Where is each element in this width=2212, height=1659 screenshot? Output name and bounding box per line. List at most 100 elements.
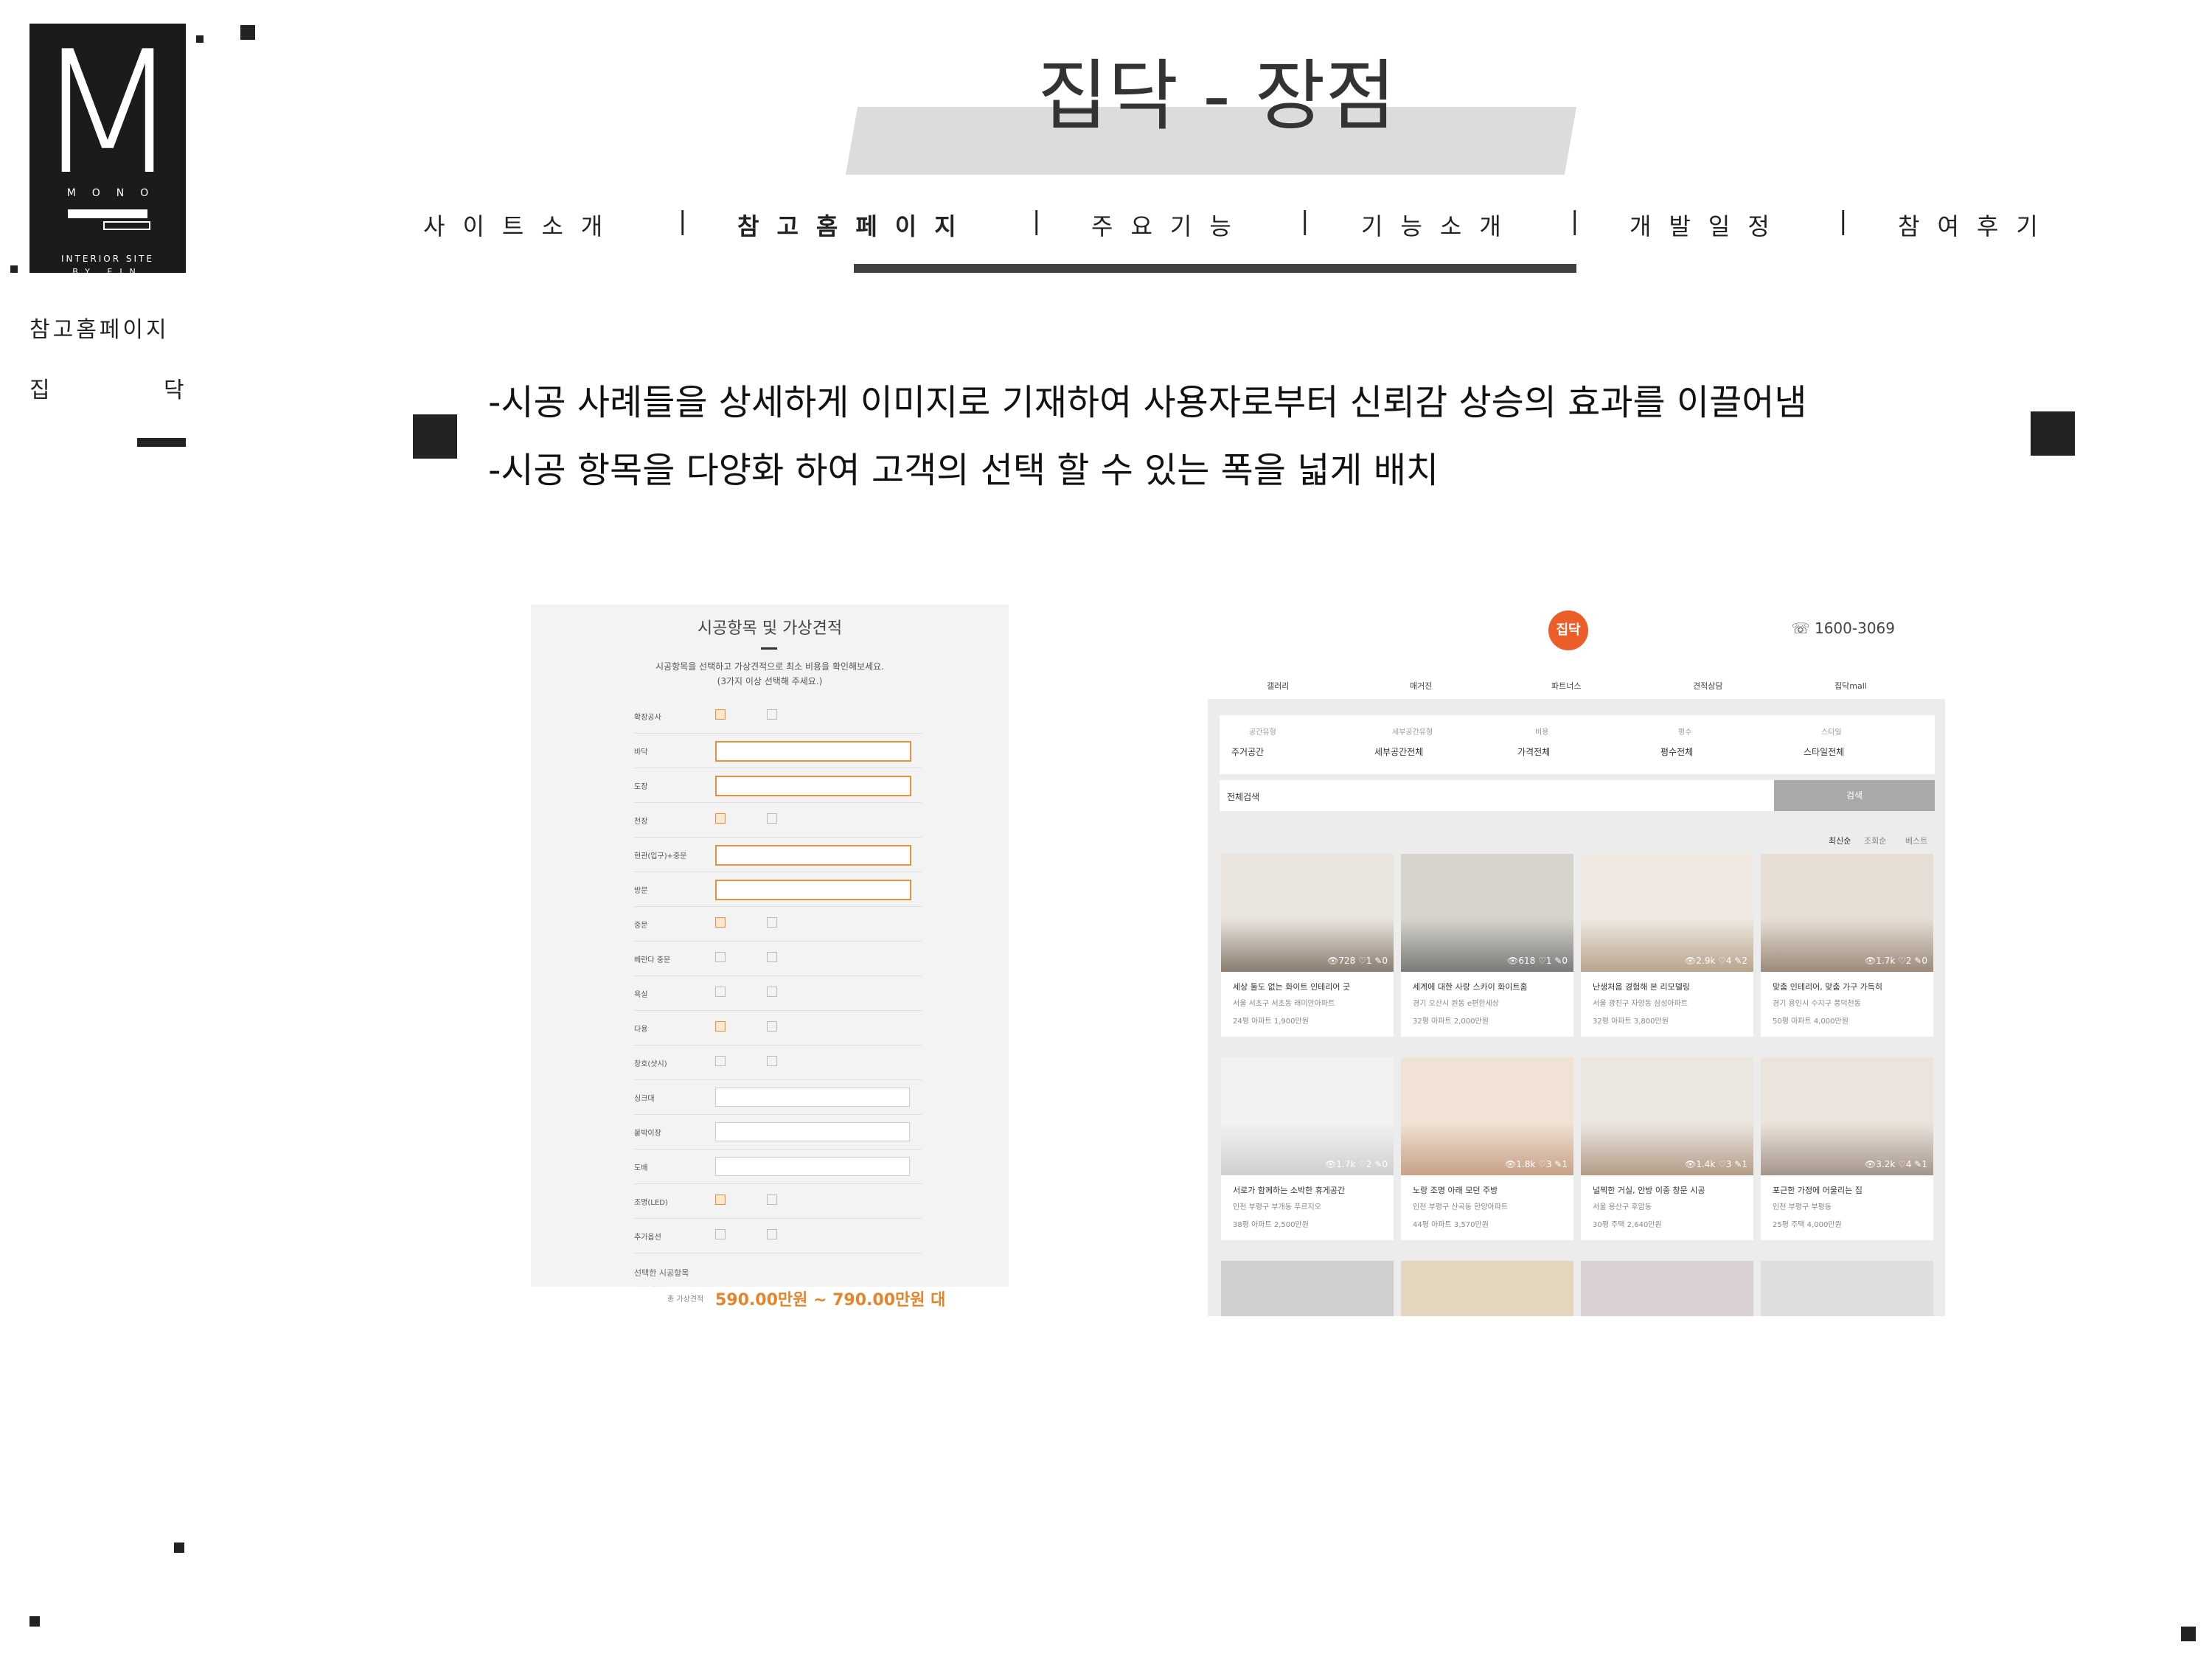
deco-square: [413, 414, 457, 459]
form-row: 도배: [634, 1152, 922, 1184]
filter-title: 비용: [1535, 728, 1549, 737]
form-row-label: 도장: [634, 783, 648, 791]
nav-item-site-intro[interactable]: 사이트소개: [423, 208, 620, 242]
form-row-label: 욕실: [634, 991, 648, 999]
gallery-menu-item: 갤러리: [1267, 681, 1290, 691]
card-photo: [1401, 1261, 1573, 1316]
sidebar-item-char: 닥: [164, 378, 187, 403]
nav-item-reference[interactable]: 참고홈페이지: [737, 208, 974, 242]
card-meta: 32평 아파트 2,000만원: [1413, 1018, 1489, 1026]
card-stats: 👁1.7k ♡2 ✎0: [1865, 956, 1927, 966]
form-checkbox: [767, 813, 777, 824]
filter-subspace: 세부공간유형 세부공간전체: [1374, 726, 1514, 758]
form-row-label: 조명(LED): [634, 1199, 668, 1207]
form-checkbox: [715, 709, 726, 720]
gallery-search: 전체검색 검색: [1220, 780, 1935, 811]
filter-value: 스타일전체: [1804, 747, 1845, 757]
gallery-card: 👁1.8k ♡3 ✎1 노랑 조명 아래 모던 주방 인천 부평구 산곡동 한양아파…: [1401, 1057, 1573, 1240]
form-row: 도장: [634, 771, 922, 803]
form-checkbox: [715, 952, 726, 962]
deco-square: [2031, 411, 2075, 456]
filter-value: 세부공간전체: [1374, 747, 1424, 757]
form-row: 추가옵션: [634, 1222, 922, 1253]
card-title: 포근한 가정에 어울리는 집: [1773, 1186, 1863, 1195]
card-subtitle: 서울 서초구 서초동 래미안아파트: [1233, 1000, 1335, 1008]
filter-title: 스타일: [1821, 728, 1842, 737]
form-checkbox: [767, 1229, 777, 1239]
logo-letter: M: [34, 15, 181, 212]
card-subtitle: 인천 부평구 산곡동 한양아파트: [1413, 1203, 1509, 1211]
deco-square: [174, 1543, 184, 1553]
form-select: [715, 1157, 910, 1176]
estimate-heading: 시공항목 및 가상견적: [697, 619, 843, 638]
form-row-label: 창호(샷시): [634, 1060, 667, 1068]
sidebar-section-label: 참고홈페이지: [29, 317, 170, 343]
card-title: 널찍한 거실, 안방 이중 창문 시공: [1593, 1186, 1705, 1195]
form-row-label: 바닥: [634, 748, 648, 757]
form-row-label: 붙박이장: [634, 1130, 661, 1138]
form-checkbox: [715, 917, 726, 928]
form-checkbox: [715, 813, 726, 824]
form-checkbox: [715, 1021, 726, 1032]
logo-bar: [103, 221, 150, 230]
nav-item-main-features[interactable]: 주요기능: [1091, 208, 1249, 242]
form-row: 중문: [634, 910, 922, 942]
gallery-filters: 공간유형 주거공간 세부공간유형 세부공간전체 비용 가격전체 평수 평수전체 스타일 스…: [1220, 715, 1935, 774]
search-label: 전체검색: [1227, 792, 1260, 802]
form-row: 현관(입구)+중문: [634, 841, 922, 872]
form-select: [715, 845, 911, 866]
card-photo: [1221, 854, 1394, 972]
logo-bar: [68, 209, 147, 218]
card-stats: 👁1.4k ♡3 ✎1: [1685, 1159, 1747, 1169]
form-select: [715, 1122, 910, 1141]
gallery-card: 👁1.7k ♡2 ✎0 맞춤 인테리어, 맞춤 가구 가득히 경기 용인시 수지구 …: [1761, 854, 1933, 1037]
form-select: [715, 1088, 910, 1107]
form-row-label: 확장공사: [634, 714, 661, 722]
card-subtitle: 서울 광진구 자양동 삼성아파트: [1593, 1000, 1688, 1008]
form-checkbox: [715, 987, 726, 997]
filter-value: 주거공간: [1231, 747, 1265, 757]
card-meta: 32평 아파트 3,800만원: [1593, 1018, 1669, 1026]
nav-item-review[interactable]: 참여후기: [1898, 208, 2056, 242]
gallery-card: 👁728 ♡1 ✎0 세상 둘도 없는 화이트 인테리어 굿 서울 서초구 서초동 …: [1221, 854, 1394, 1037]
selected-label: 선택한 시공항목: [634, 1268, 689, 1278]
form-row: 방문: [634, 875, 922, 907]
card-photo: [1761, 1057, 1933, 1175]
filter-space: 공간유형 주거공간: [1231, 726, 1371, 758]
gallery-menu-item: 집닥mall: [1834, 681, 1867, 691]
card-stats: 👁3.2k ♡4 ✎1: [1865, 1159, 1927, 1169]
form-checkbox: [715, 1056, 726, 1066]
form-select: [715, 880, 911, 900]
card-photo: [1761, 854, 1933, 972]
card-photo: [1581, 854, 1753, 972]
card-title: 세상 둘도 없는 화이트 인테리어 굿: [1233, 982, 1351, 992]
nav-item-schedule[interactable]: 개발일정: [1630, 208, 1787, 242]
gallery-card: [1221, 1261, 1394, 1316]
form-row-label: 추가옵션: [634, 1234, 661, 1242]
filter-value: 평수전체: [1660, 747, 1694, 757]
estimate-form-screenshot: 시공항목 및 가상견적 시공항목을 선택하고 가상견적으로 최소 비용을 확인해…: [531, 605, 1009, 1316]
brand-logo[interactable]: M MONO INTERIOR SITE BY EIN: [29, 15, 186, 276]
estimate-note-line: 시공항목을 선택하고 가상견적으로 최소 비용을 확인해보세요.: [655, 661, 884, 672]
form-row-label: 도배: [634, 1164, 648, 1172]
page-title: 집닥 - 장점: [1037, 51, 1397, 141]
card-photo: [1221, 1261, 1394, 1316]
deco-square: [196, 35, 204, 43]
card-subtitle: 경기 용인시 수지구 풍덕천동: [1773, 1000, 1861, 1008]
gallery-card: 👁2.9k ♡4 ✎2 난생처음 경험해 본 리모델링 서울 광진구 자양동 삼성아…: [1581, 854, 1753, 1037]
nav-item-feature-intro[interactable]: 기능소개: [1361, 208, 1519, 242]
nav-separator: |: [1301, 206, 1310, 236]
form-row: 붙박이장: [634, 1118, 922, 1150]
form-row: 확장공사: [634, 702, 922, 734]
nav-separator: |: [1032, 206, 1041, 236]
estimate-price: 590.00만원 ~ 790.00만원 대: [715, 1291, 946, 1310]
form-row-label: 현관(입구)+중문: [634, 852, 687, 860]
form-checkbox: [767, 1056, 777, 1066]
gallery-menu-item: 매거진: [1410, 681, 1433, 691]
nav-separator: |: [1839, 206, 1848, 236]
form-row: 천장: [634, 806, 922, 838]
brand-badge: 집닥: [1548, 611, 1588, 650]
form-checkbox: [767, 1194, 777, 1205]
card-title: 세계에 대한 사랑 스카이 화이트홈: [1413, 982, 1528, 992]
nav-separator: |: [678, 206, 687, 236]
